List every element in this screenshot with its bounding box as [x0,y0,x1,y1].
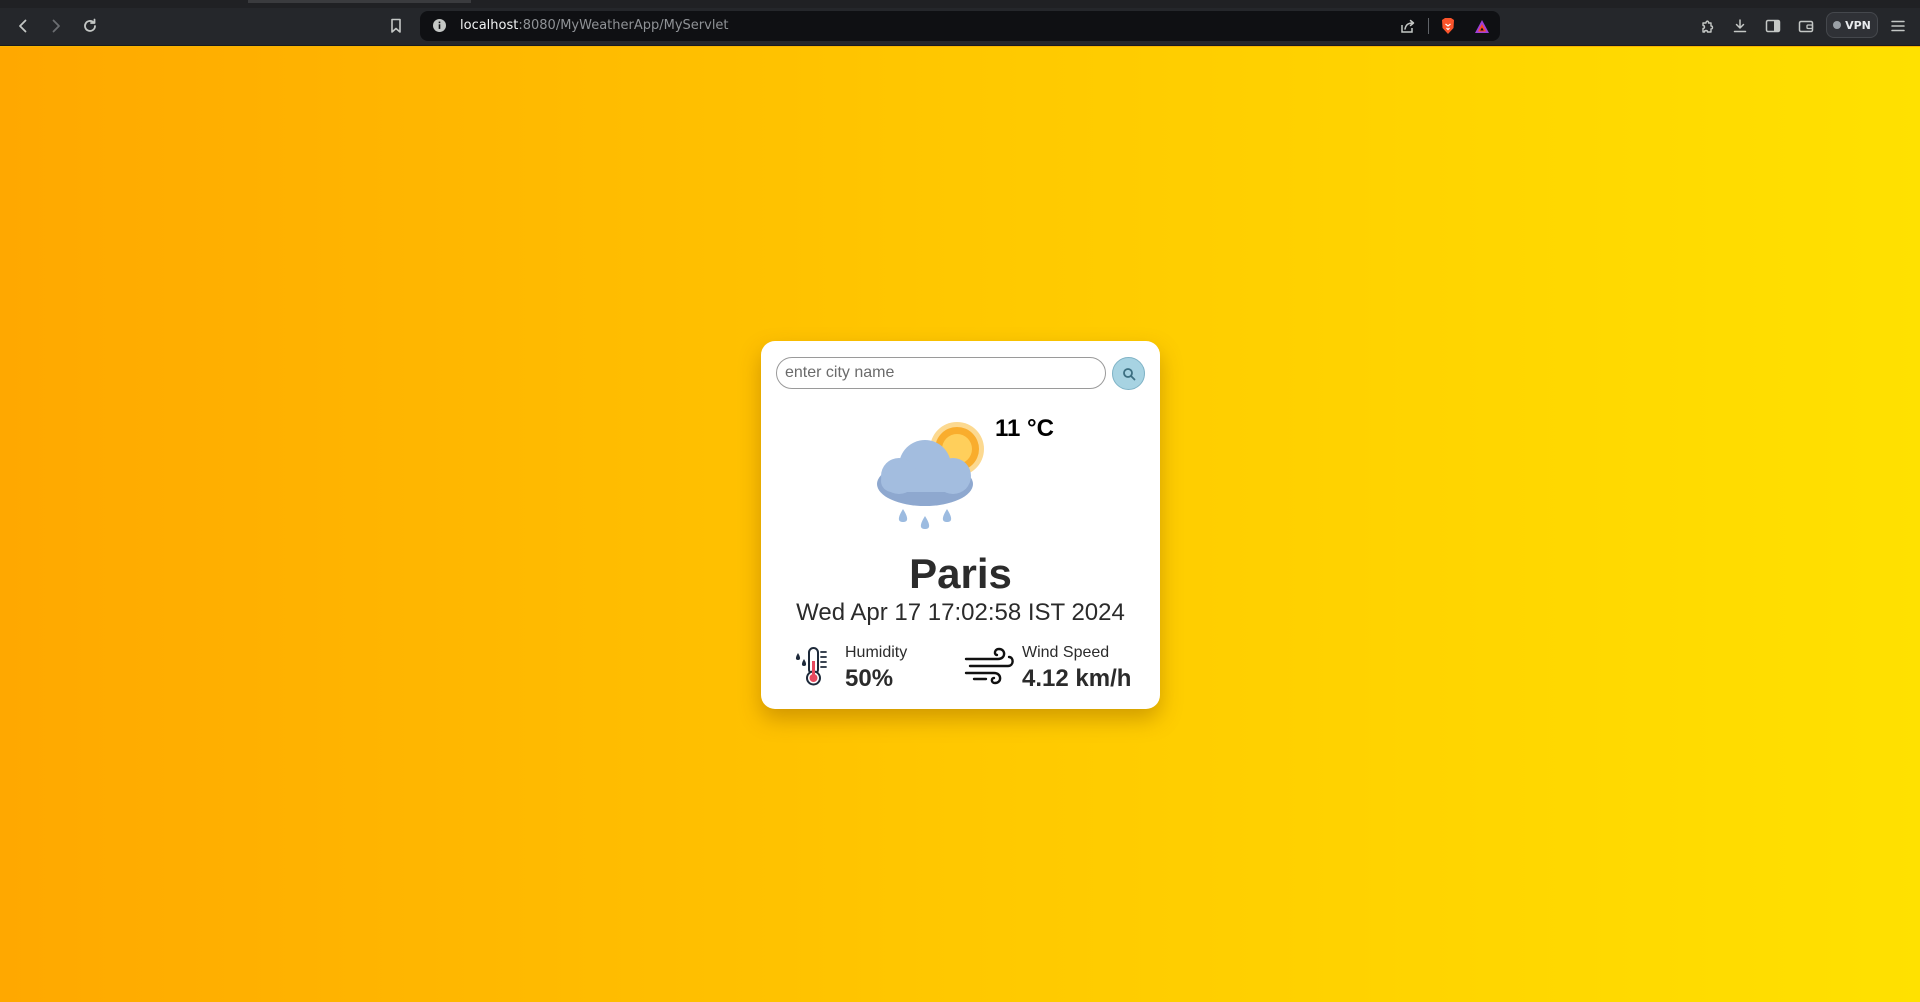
search-icon [1122,367,1135,380]
browser-toolbar: localhost:8080/MyWeatherApp/MyServlet VP… [0,8,1920,46]
reload-icon [84,18,96,32]
wallet-icon [1798,20,1814,33]
url-path: :8080/MyWeatherApp/MyServlet [518,18,729,33]
city-name: Paris [909,550,1012,597]
brave-shields-button[interactable] [1436,15,1460,37]
share-icon [1401,19,1415,33]
url-host: localhost [460,18,519,33]
vpn-status-icon [1833,21,1842,29]
url-text[interactable]: localhost:8080/MyWeatherApp/MyServlet [460,18,729,33]
city-search-input[interactable] [776,357,1106,389]
reload-button[interactable] [75,8,105,44]
bookmark-button[interactable] [381,8,411,44]
hamburger-menu-icon [1891,20,1905,32]
search-button[interactable] [1112,357,1145,390]
brave-rewards-button[interactable] [1470,15,1494,37]
download-icon [1733,19,1747,33]
vpn-button[interactable]: VPN [1826,12,1878,38]
bookmark-icon [391,18,401,33]
forward-arrow-icon [52,19,60,33]
partly-cloudy-rain-icon [877,422,984,529]
address-bar[interactable]: localhost:8080/MyWeatherApp/MyServlet [420,11,1500,41]
downloads-button[interactable] [1725,8,1755,44]
date-time: Wed Apr 17 17:02:58 IST 2024 [796,599,1125,626]
brave-rewards-triangle-icon [1475,19,1489,33]
address-bar-divider [1428,18,1429,34]
forward-button[interactable] [41,8,71,44]
back-button[interactable] [8,8,38,44]
puzzle-piece-icon [1702,20,1714,33]
weather-card: 11 °C Paris Wed Apr 17 17:02:58 IST 2024… [761,341,1160,709]
extensions-button[interactable] [1693,8,1723,44]
back-arrow-icon [19,19,27,33]
sidebar-panel-icon [1765,19,1781,33]
page-background: 11 °C Paris Wed Apr 17 17:02:58 IST 2024… [0,47,1920,1002]
raindrops-icon [898,509,952,529]
wind-speed-label: Wind Speed [1022,644,1110,661]
humidity-label: Humidity [845,644,908,661]
main-menu-button[interactable] [1883,8,1913,44]
sidebar-button[interactable] [1758,8,1788,44]
wind-speed-value: 4.12 km/h [1022,665,1132,692]
vpn-label: VPN [1845,18,1871,32]
temperature-value: 11 °C [995,415,1054,442]
humidity-value: 50% [845,665,894,692]
share-button[interactable] [1396,15,1420,37]
site-info-icon[interactable] [432,18,447,33]
active-tab-indicator[interactable] [248,0,471,3]
wallet-button[interactable] [1791,8,1821,44]
thermometer-humidity-icon [795,647,827,686]
brave-lion-icon [1442,18,1454,34]
wind-icon [964,647,1014,685]
tab-strip [0,0,1920,8]
